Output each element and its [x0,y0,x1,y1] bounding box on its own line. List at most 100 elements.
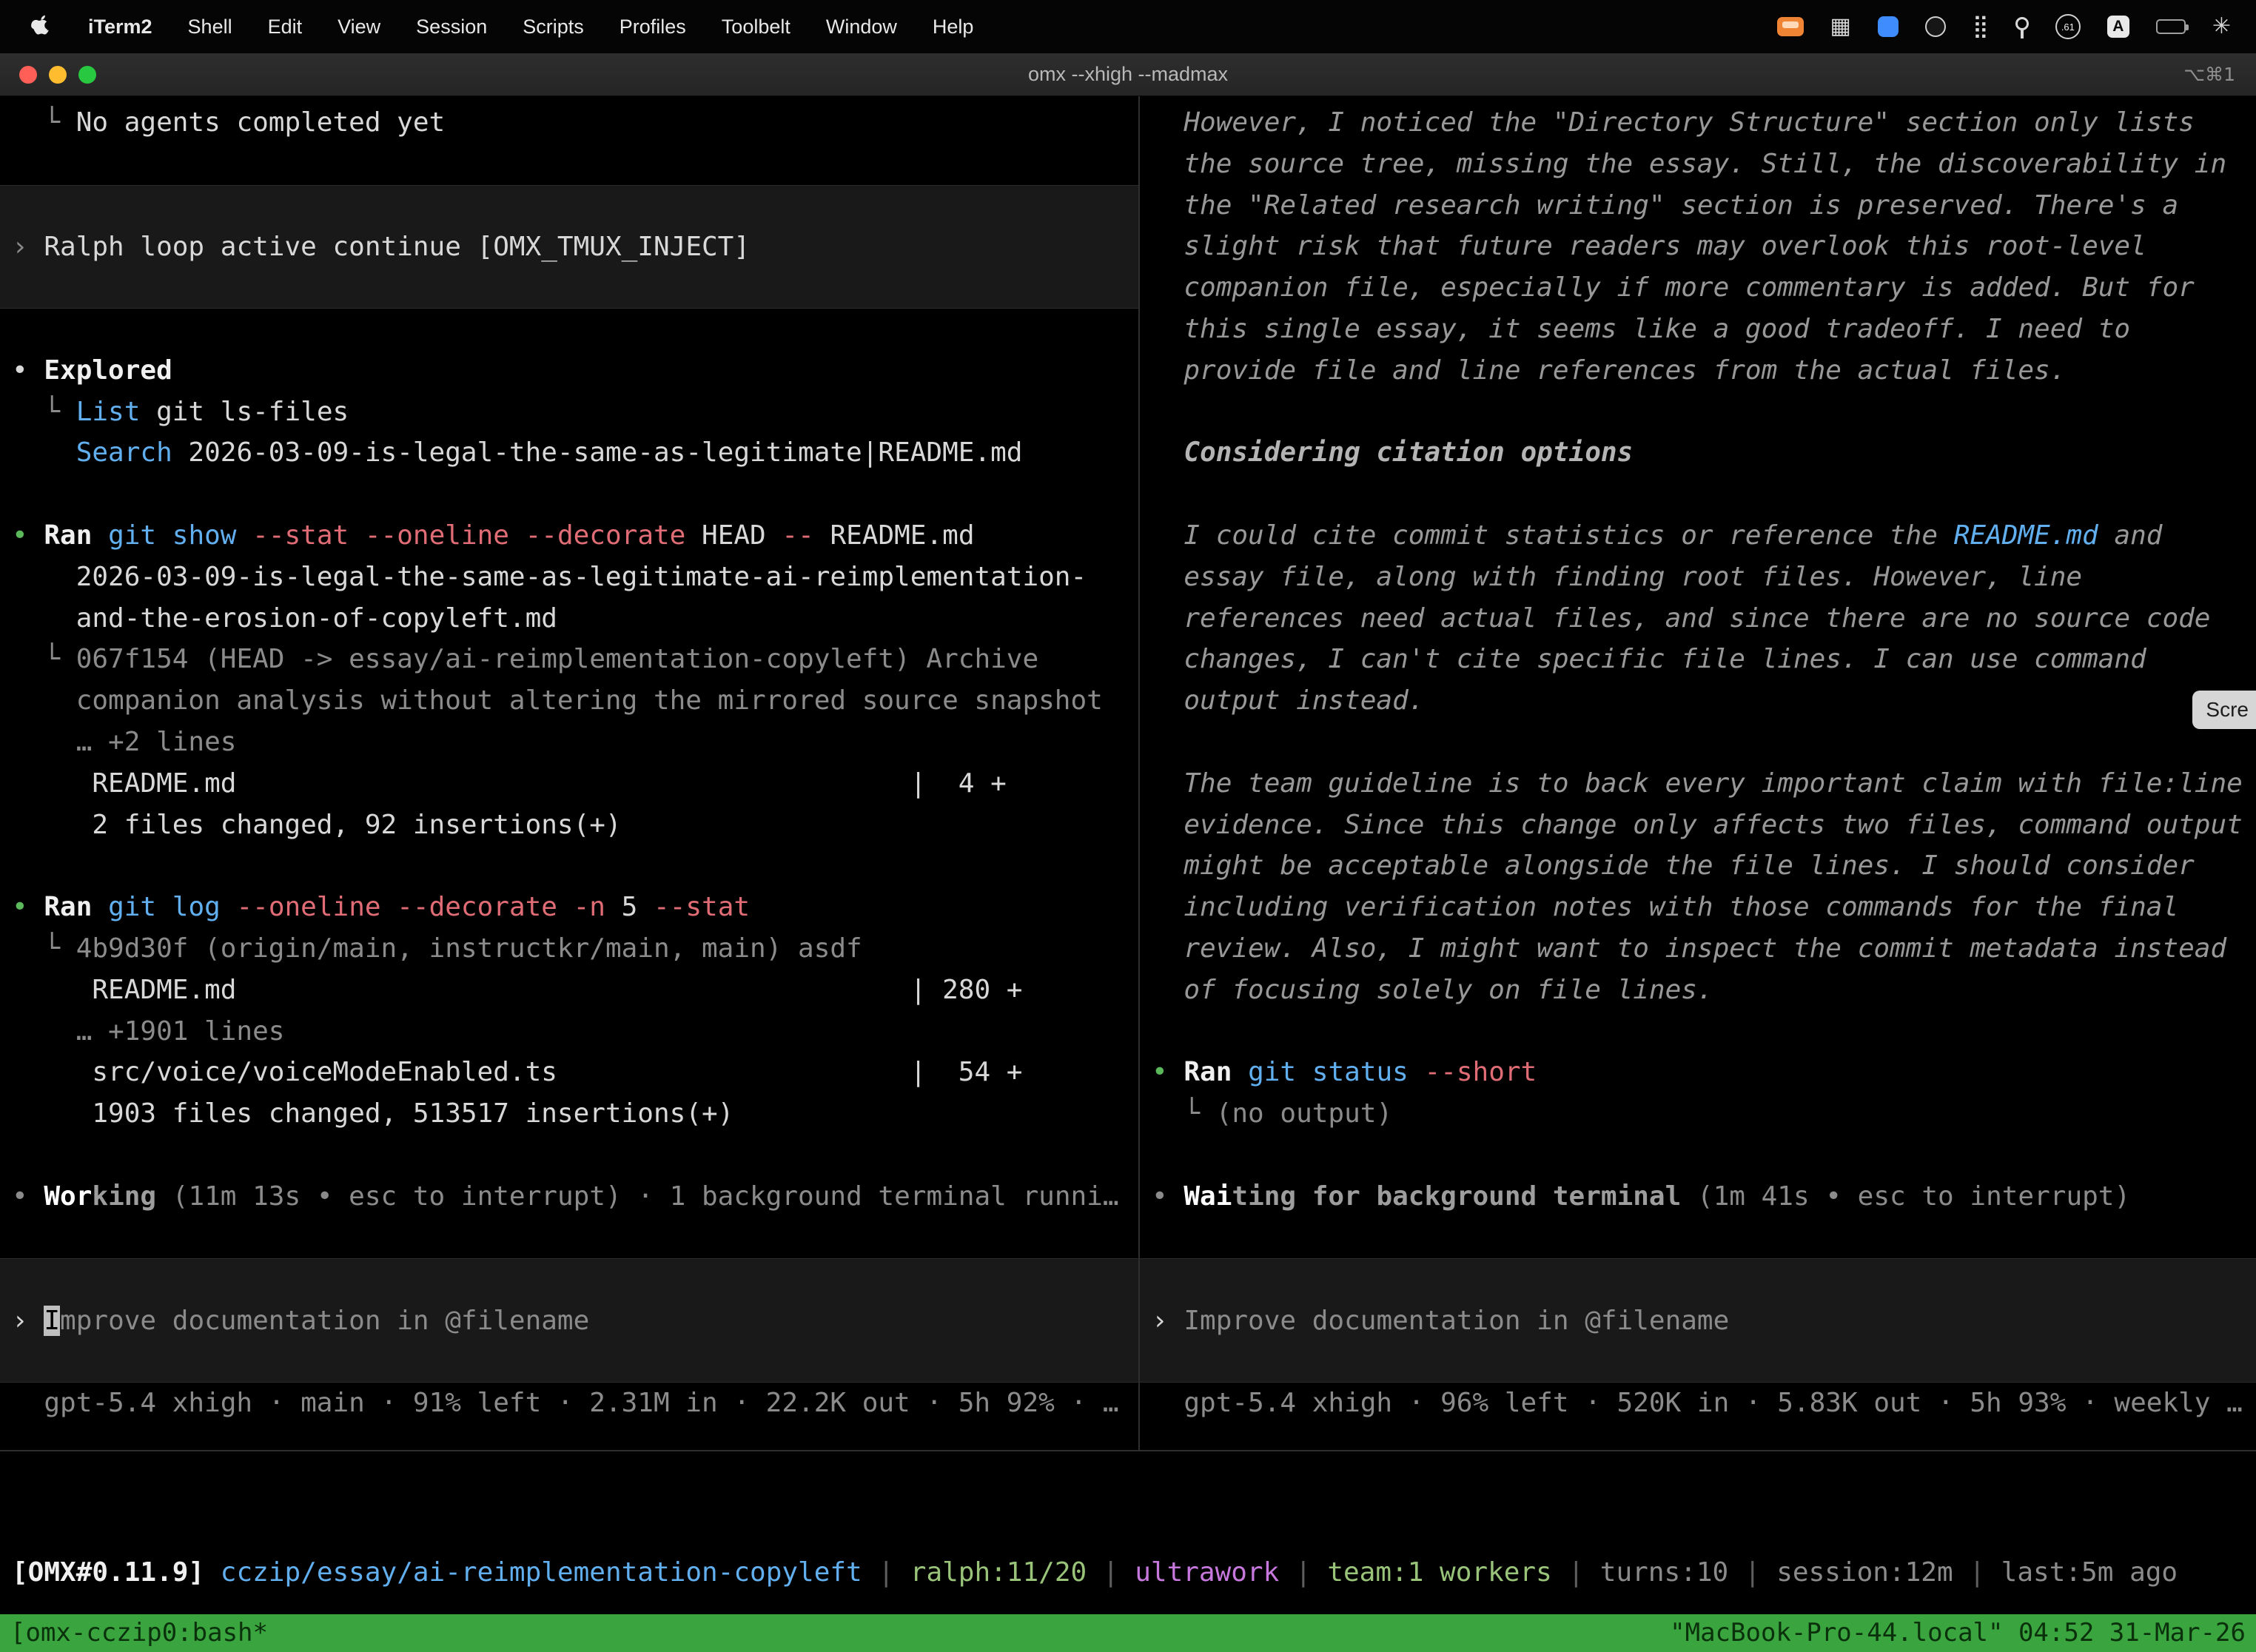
terminal-line: └ 4b9d30f (origin/main, instructkr/main,… [0,928,1138,970]
menu-item-view[interactable]: View [320,16,398,38]
terminal-line: src/voice/voiceModeEnabled.ts | 54 + [0,1052,1138,1093]
menu-item-toolbelt[interactable]: Toolbelt [704,16,808,38]
text-segment: --stat --oneline --decorate [252,520,685,551]
text-segment: git status [1248,1057,1409,1087]
text-segment: might be acceptable alongside the file l… [1152,850,2195,881]
tmux-session-window-label[interactable]: [omx-cczip0:bash* [10,1614,268,1652]
text-segment: The team guideline is to back every impo… [1152,768,2243,799]
text-segment: evidence. Since this change only affects… [1152,810,2243,840]
tmux-status-bar: [omx-cczip0:bash* "MacBook-Pro-44.local"… [0,1614,2256,1652]
model-status-line: gpt-5.4 xhigh · main · 91% left · 2.31M … [0,1383,1138,1424]
terminal-line: and-the-erosion-of-copyleft.md [0,598,1138,639]
minimize-window-icon[interactable] [49,66,67,84]
terminal-line: Search 2026-03-09-is-legal-the-same-as-l… [0,432,1138,474]
text-segment: └ [12,397,76,427]
text-segment: cczip/essay/ai-reimplementation-copyleft [221,1557,862,1588]
text-segment: | [1552,1557,1600,1588]
text-segment: └ [12,933,76,964]
text-segment [557,1057,910,1087]
blank-line [1140,1218,2256,1259]
text-segment: output instead. [1152,685,1424,716]
text-segment: | [1728,1557,1776,1588]
recording-indicator-icon[interactable] [1777,17,1804,36]
right-pane[interactable]: However, I noticed the "Directory Struct… [1140,96,2256,1450]
close-window-icon[interactable] [19,66,37,84]
text-segment: -- [782,520,813,551]
text-segment [12,437,76,468]
menu-item-window[interactable]: Window [808,16,915,38]
menu-item-scripts[interactable]: Scripts [505,16,602,38]
menu-item-edit[interactable]: Edit [250,16,320,38]
terminal-line: might be acceptable alongside the file l… [1140,845,2256,887]
text-segment: | [862,1557,910,1588]
terminal-line: review. Also, I might want to inspect th… [1140,928,2256,970]
terminal-line: … +2 lines [0,722,1138,763]
battery-gauge-value: .61 [2061,21,2075,33]
grid-icon[interactable]: ▦ [1830,16,1851,38]
terminal-line: I could cite commit statistics or refere… [1140,515,2256,557]
prompt-input[interactable]: › Improve documentation in @filename [1140,1258,2256,1382]
blank-line [0,144,1138,185]
terminal-line: • Ran git log --oneline --decorate -n 5 … [0,887,1138,928]
text-segment: Ran [44,520,92,551]
text-segment: and-the-erosion-of-copyleft.md [12,603,557,634]
text-segment: git log [108,892,221,922]
left-pane[interactable]: └ No agents completed yet › Ralph loop a… [0,96,1138,1450]
text-segment: --short [1425,1057,1537,1087]
terminal-line: output instead. [1140,680,2256,722]
window-shortcut-badge: ⌥⌘1 [2183,64,2256,85]
text-segment: this single essay, it seems like a good … [1152,314,2130,344]
input-source-icon[interactable]: A [2107,16,2129,38]
thinking-heading: Considering citation options [1140,432,2256,474]
blank-line [0,1218,1138,1259]
text-segment: README.md [1954,520,2098,551]
prompt-input[interactable]: › Improve documentation in @filename [0,1258,1138,1382]
screen-overlay-chip[interactable]: Scre [2192,691,2256,729]
apple-menu-icon[interactable] [31,15,51,38]
text-segment: [OMX#0.11.9] [12,1557,204,1588]
text-segment: --oneline --decorate -n [236,892,605,922]
battery-icon[interactable] [2156,19,2186,34]
text-segment: ting for background terminal [1232,1181,1681,1212]
text-segment: king [92,1181,156,1212]
text-segment: turns:10 [1600,1557,1728,1588]
text-segment: essay file, along with finding root file… [1152,562,2082,592]
text-segment [236,520,252,551]
text-segment: I [44,1306,60,1336]
text-segment: › [12,232,44,262]
ghost-icon[interactable] [1925,16,1946,37]
text-segment: (1m 41s • esc to interrupt) [1681,1181,2130,1212]
control-center-icon[interactable]: ✳ [2212,16,2231,38]
text-segment: | [1279,1557,1327,1588]
menu-item-help[interactable]: Help [915,16,992,38]
menu-item-session[interactable]: Session [398,16,505,38]
text-segment: However, I noticed the "Directory Struct… [1152,107,2195,138]
window-title-bar[interactable]: omx --xhigh --madmax ⌥⌘1 [0,53,2256,96]
text-segment: ralph:11/20 [910,1557,1087,1588]
menu-item-iterm2[interactable]: iTerm2 [70,16,170,38]
apps-grid-icon[interactable]: ⣿ [1973,16,1989,38]
terminal-line: • Ran git show --stat --oneline --decora… [0,515,1138,557]
text-segment: No agents completed yet [76,107,446,138]
text-segment: Considering citation options [1184,437,1633,468]
menu-item-shell[interactable]: Shell [170,16,250,38]
blue-app-icon[interactable] [1878,16,1899,37]
text-segment: gpt-5.4 xhigh · main · 91% left · 2.31M … [12,1388,1119,1418]
text-segment: | 4 + [910,768,1007,799]
text-segment: HEAD [685,520,782,551]
window-title: omx --xhigh --madmax [0,63,2256,86]
text-segment: 1903 files changed, 513517 insertions(+) [12,1098,733,1129]
text-segment [92,520,108,551]
menu-item-profiles[interactable]: Profiles [602,16,704,38]
zoom-window-icon[interactable] [78,66,96,84]
terminal-line: 1903 files changed, 513517 insertions(+) [0,1093,1138,1135]
terminal-line: The team guideline is to back every impo… [1140,763,2256,805]
battery-gauge-icon[interactable]: .61 [2055,14,2081,39]
key-icon[interactable] [2015,17,2029,36]
terminal-line: └ 067f154 (HEAD -> essay/ai-reimplementa… [0,639,1138,680]
menu-left: iTerm2 Shell Edit View Session Scripts P… [0,15,991,38]
blank-line [0,1135,1138,1176]
omx-status-bar: [OMX#0.11.9] cczip/essay/ai-reimplementa… [0,1451,2256,1613]
terminal: └ No agents completed yet › Ralph loop a… [0,96,2256,1451]
blank-line [1140,392,2256,433]
